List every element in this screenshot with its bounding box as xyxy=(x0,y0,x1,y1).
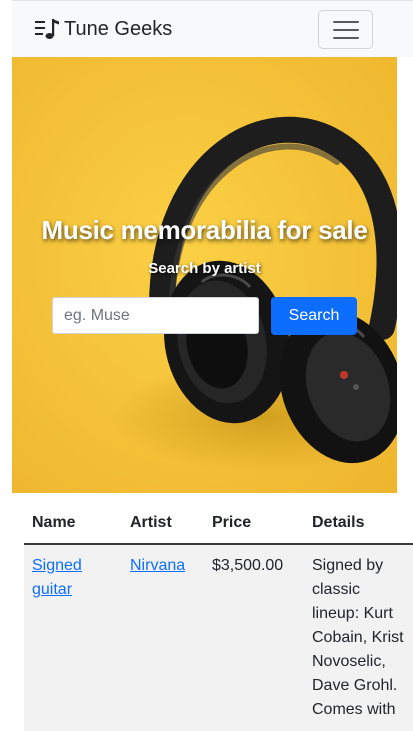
table-header-row: Name Artist Price Details xyxy=(24,505,413,545)
column-header-price: Price xyxy=(204,505,304,545)
memorabilia-table-container: Name Artist Price Details Signed guitar … xyxy=(24,505,413,731)
hero-banner: Music memorabilia for sale Search by art… xyxy=(12,57,397,493)
brand-name: Tune Geeks xyxy=(64,17,173,40)
hero-title: Music memorabilia for sale xyxy=(41,215,368,245)
brand-link[interactable]: Tune Geeks xyxy=(34,17,172,41)
navbar: Tune Geeks xyxy=(12,0,413,57)
cell-name: Signed guitar xyxy=(24,543,122,731)
search-button[interactable]: Search xyxy=(271,297,357,335)
item-name-link[interactable]: Signed guitar xyxy=(32,557,82,598)
column-header-artist: Artist xyxy=(122,505,204,545)
artist-search-input[interactable] xyxy=(52,297,259,334)
navbar-toggler-button[interactable] xyxy=(318,10,373,49)
music-note-list-icon xyxy=(35,19,59,39)
cell-details: Signed by classic lineup: Kurt Cobain, K… xyxy=(304,543,413,731)
cell-artist: Nirvana xyxy=(122,543,204,731)
table-row: Signed guitar Nirvana $3,500.00 Signed b… xyxy=(24,543,413,731)
hamburger-menu-icon xyxy=(332,20,359,39)
column-header-details: Details xyxy=(304,505,413,545)
column-header-name: Name xyxy=(24,505,122,545)
artist-link[interactable]: Nirvana xyxy=(130,557,185,574)
memorabilia-table: Name Artist Price Details Signed guitar … xyxy=(24,505,413,731)
cell-price: $3,500.00 xyxy=(204,543,304,731)
hero-subtitle: Search by artist xyxy=(148,260,261,277)
page: Tune Geeks Music memorabilia for sale Se… xyxy=(0,0,413,731)
